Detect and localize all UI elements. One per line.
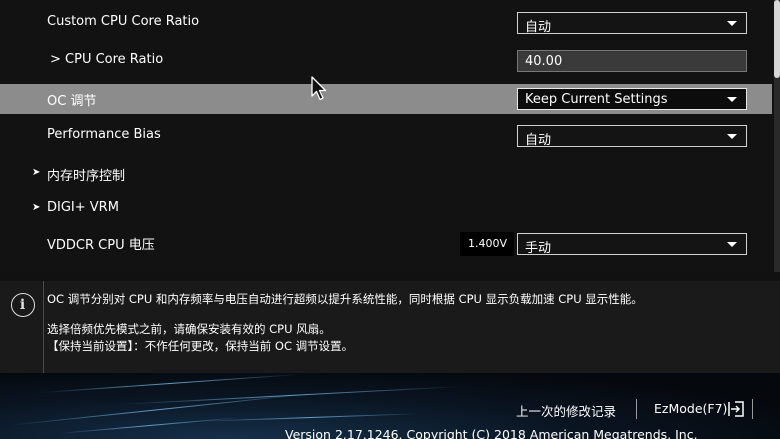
footer-bar: 上一次的修改记录 EzMode(F7) Version 2.17.1246. C… — [0, 373, 780, 439]
info-icon: i — [11, 293, 35, 317]
row-digi-vrm[interactable]: ➤ DIGI+ VRM — [0, 194, 772, 224]
custom-cpu-core-ratio-label: Custom CPU Core Ratio — [47, 14, 200, 29]
row-oc-tuning[interactable]: OC 调节 Keep Current Settings — [0, 84, 772, 114]
cpu-core-ratio-input[interactable]: 40.00 — [517, 50, 747, 72]
chevron-down-icon — [727, 242, 737, 247]
vddcr-cpu-voltage-readout: 1.400V — [460, 232, 514, 256]
row-performance-bias[interactable]: Performance Bias 自动 — [0, 121, 772, 151]
decorative-streak — [40, 373, 300, 394]
version-copyright-text: Version 2.17.1246. Copyright (C) 2018 Am… — [285, 427, 698, 439]
decorative-streak — [60, 417, 240, 434]
help-text-line1: OC 调节分别对 CPU 和内存频率与电压自动进行超频以提升系统性能，同时根据 … — [47, 292, 643, 306]
cpu-core-ratio-value: 40.00 — [525, 54, 563, 69]
performance-bias-label: Performance Bias — [47, 127, 161, 142]
memory-timing-label: 内存时序控制 — [47, 169, 126, 184]
divider — [636, 399, 637, 419]
decorative-streak — [10, 393, 310, 426]
digi-vrm-label: DIGI+ VRM — [47, 200, 119, 215]
help-text-line2: 选择倍频优先模式之前，请确保安装有效的 CPU 风扇。 — [47, 322, 331, 336]
vddcr-cpu-voltage-label: VDDCR CPU 电压 — [47, 238, 155, 253]
scrollbar[interactable] — [774, 0, 780, 272]
last-modified-button[interactable]: 上一次的修改记录 — [516, 401, 616, 420]
divider — [752, 399, 753, 419]
vddcr-cpu-voltage-readout-value: 1.400V — [468, 237, 508, 250]
oc-tuning-dropdown[interactable]: Keep Current Settings — [517, 88, 747, 110]
row-cpu-core-ratio[interactable]: > CPU Core Ratio 40.00 — [0, 46, 772, 76]
settings-panel: Custom CPU Core Ratio 自动 > CPU Core Rati… — [0, 0, 780, 272]
mouse-cursor-icon — [311, 76, 327, 101]
oc-tuning-label: OC 调节 — [47, 94, 97, 109]
row-custom-cpu-core-ratio[interactable]: Custom CPU Core Ratio 自动 — [0, 8, 772, 38]
cpu-core-ratio-label: > CPU Core Ratio — [50, 52, 164, 67]
performance-bias-value: 自动 — [525, 133, 552, 148]
vddcr-cpu-voltage-dropdown[interactable]: 手动 — [517, 233, 747, 256]
ezmode-button[interactable]: EzMode(F7) — [654, 401, 727, 416]
performance-bias-dropdown[interactable]: 自动 — [517, 125, 747, 148]
vddcr-cpu-voltage-value: 手动 — [525, 241, 552, 256]
row-vddcr-cpu-voltage[interactable]: VDDCR CPU 电压 1.400V 手动 — [0, 228, 772, 258]
custom-cpu-core-ratio-dropdown[interactable]: 自动 — [517, 12, 747, 35]
chevron-down-icon — [727, 97, 737, 102]
submenu-arrow-icon: ➤ — [32, 202, 41, 213]
chevron-down-icon — [727, 21, 737, 26]
row-memory-timing[interactable]: ➤ 内存时序控制 — [0, 159, 772, 189]
help-info-panel: i OC 调节分别对 CPU 和内存频率与电压自动进行超频以提升系统性能，同时根… — [0, 281, 780, 373]
oc-tuning-value: Keep Current Settings — [525, 92, 668, 107]
submenu-arrow-icon: ➤ — [32, 167, 41, 178]
chevron-down-icon — [727, 134, 737, 139]
help-text-line3: 【保持当前设置】：不作任何更改，保持当前 OC 调节设置。 — [47, 339, 354, 353]
custom-cpu-core-ratio-value: 自动 — [525, 20, 552, 35]
scrollbar-thumb[interactable] — [774, 0, 780, 78]
divider — [43, 281, 44, 373]
exit-icon[interactable] — [728, 401, 744, 417]
